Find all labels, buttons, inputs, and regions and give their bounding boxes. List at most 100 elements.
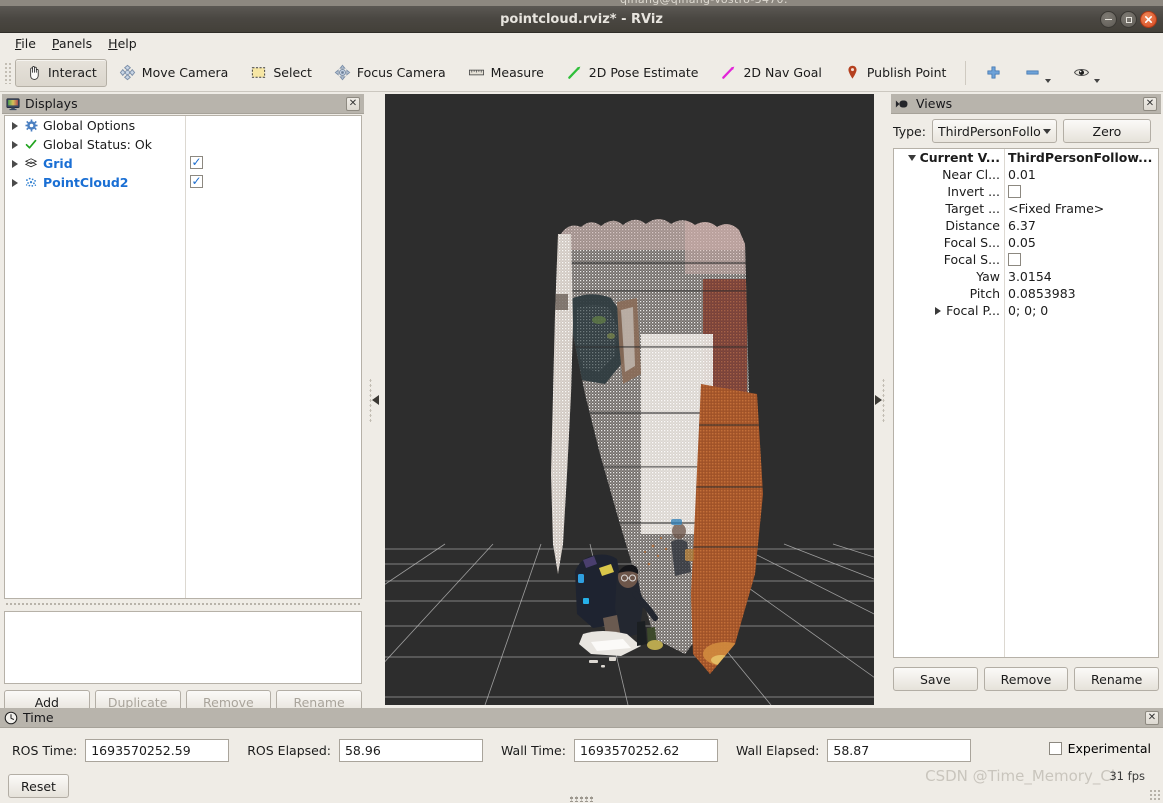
zoom-out-dropdown-caret[interactable] xyxy=(1045,78,1052,83)
display-checkbox-grid[interactable] xyxy=(190,156,203,169)
display-label-grid: Grid xyxy=(43,156,73,171)
map-pin-icon xyxy=(848,65,857,79)
check-green-icon xyxy=(22,137,40,152)
views-prop-invert-z-value xyxy=(1004,185,1158,198)
maximize-button[interactable] xyxy=(1120,11,1137,28)
menu-panels[interactable]: Panels xyxy=(44,34,100,53)
display-item-pointcloud2[interactable]: PointCloud2 xyxy=(5,173,361,192)
close-icon xyxy=(1144,15,1153,24)
toolbar-drag-grip[interactable] xyxy=(4,61,11,84)
ros-elapsed-label: ROS Elapsed: xyxy=(247,742,331,758)
time-panel-title: Time xyxy=(23,710,54,725)
displays-panel-title: Displays xyxy=(25,96,78,111)
views-close-button[interactable]: ✕ xyxy=(1143,96,1157,111)
views-prop-current-view[interactable]: Current V... ThirdPersonFollow... xyxy=(894,149,1158,166)
menu-help[interactable]: Help xyxy=(100,34,145,53)
ros-time-input[interactable]: 1693570252.59 xyxy=(85,738,230,762)
close-button[interactable] xyxy=(1140,11,1157,28)
move-camera-icon xyxy=(119,64,135,81)
wall-time-input[interactable]: 1693570252.62 xyxy=(573,738,718,762)
expand-arrow-grid[interactable] xyxy=(8,159,22,168)
display-label-global-status: Global Status: Ok xyxy=(43,137,152,152)
tool-zoom-out[interactable] xyxy=(1014,59,1061,87)
views-prop-focal-point[interactable]: Focal P... 0; 0; 0 xyxy=(894,302,1158,319)
bottom-dock-grip[interactable] xyxy=(568,796,595,802)
views-prop-distance[interactable]: Distance 6.37 xyxy=(894,217,1158,234)
tool-zoom-in[interactable] xyxy=(975,59,1012,87)
views-type-label: Type: xyxy=(893,123,926,139)
time-fields-row: ROS Time: 1693570252.59 ROS Elapsed: 58.… xyxy=(0,736,1163,764)
rename-view-button[interactable]: Rename xyxy=(1074,667,1160,691)
views-prop-yaw[interactable]: Yaw 3.0154 xyxy=(894,268,1158,285)
gear-icon xyxy=(22,118,40,133)
display-item-grid[interactable]: Grid xyxy=(5,154,361,173)
views-prop-invert-z[interactable]: Invert ... xyxy=(894,183,1158,200)
tool-2d-pose-estimate[interactable]: 2D Pose Estimate xyxy=(556,59,709,87)
pose-arrow-green-icon xyxy=(567,66,581,79)
time-close-button[interactable]: ✕ xyxy=(1145,710,1159,725)
views-prop-focal-point-value: 0; 0; 0 xyxy=(1008,303,1049,318)
save-view-button[interactable]: Save xyxy=(893,667,978,691)
views-prop-focal-shape-fixed[interactable]: Focal S... xyxy=(894,251,1158,268)
3d-render-viewport[interactable] xyxy=(385,94,875,705)
window-title: pointcloud.rviz* - RViz xyxy=(500,12,663,27)
views-prop-near-clip[interactable]: Near Cl... 0.01 xyxy=(894,166,1158,183)
display-item-global-options[interactable]: Global Options xyxy=(5,116,361,135)
rviz-window: qihang@qihang-Vostro-3470: pointcloud.rv… xyxy=(0,0,1163,803)
title-bar[interactable]: pointcloud.rviz* - RViz xyxy=(0,6,1163,33)
minimize-button[interactable] xyxy=(1100,11,1117,28)
visibility-dropdown-caret[interactable] xyxy=(1094,78,1101,83)
displays-tree[interactable]: Global Options Global Status: Ok Grid ✓ … xyxy=(4,115,362,599)
tool-2d-nav-goal[interactable]: 2D Nav Goal xyxy=(710,59,831,87)
views-prop-near-clip-key: Near Cl... xyxy=(942,167,1000,182)
view-type-combobox[interactable]: ThirdPersonFollo xyxy=(931,119,1057,143)
views-prop-target-frame[interactable]: Target ... <Fixed Frame> xyxy=(894,200,1158,217)
window-resize-grip[interactable] xyxy=(1149,789,1160,800)
menu-help-rest: elp xyxy=(117,36,137,51)
expand-arrow-global-status[interactable] xyxy=(8,140,22,149)
minus-icon xyxy=(1026,70,1039,75)
left-panel-splitter[interactable] xyxy=(368,94,380,705)
remove-view-button[interactable]: Remove xyxy=(983,667,1069,691)
experimental-checkbox[interactable] xyxy=(1048,742,1062,755)
tool-2d-nav-goal-label: 2D Nav Goal xyxy=(743,65,822,80)
display-item-global-status[interactable]: Global Status: Ok xyxy=(5,135,361,154)
tool-measure[interactable]: Measure xyxy=(458,59,554,87)
focal-shape-fixed-checkbox[interactable] xyxy=(1008,253,1021,266)
views-prop-focal-shape-fixed-value xyxy=(1004,253,1158,266)
expand-arrow-pointcloud2[interactable] xyxy=(8,178,22,187)
expand-arrow-global-options[interactable] xyxy=(8,121,22,130)
displays-horizontal-splitter[interactable] xyxy=(4,600,362,608)
tool-publish-point[interactable]: Publish Point xyxy=(834,59,957,87)
collapse-left-arrow-icon xyxy=(372,394,379,405)
tool-focus-camera[interactable]: Focus Camera xyxy=(324,59,456,87)
collapse-right-arrow-icon xyxy=(875,394,882,405)
views-properties-tree[interactable]: Current V... ThirdPersonFollow... Near C… xyxy=(893,148,1159,658)
views-prop-pitch[interactable]: Pitch 0.0853983 xyxy=(894,285,1158,302)
tool-interact[interactable]: Interact xyxy=(15,58,107,87)
menu-file[interactable]: File xyxy=(7,34,44,53)
ros-elapsed-input[interactable]: 58.96 xyxy=(338,738,483,762)
display-checkbox-pointcloud2[interactable] xyxy=(190,175,203,188)
experimental-toggle[interactable]: Experimental xyxy=(1048,741,1151,756)
zero-view-button[interactable]: Zero xyxy=(1062,119,1151,143)
tool-select[interactable]: Select xyxy=(240,59,322,87)
tool-select-label: Select xyxy=(273,65,312,80)
views-prop-focal-shape-size[interactable]: Focal S... 0.05 xyxy=(894,234,1158,251)
wall-elapsed-input[interactable]: 58.87 xyxy=(827,738,972,762)
tool-measure-label: Measure xyxy=(490,65,544,80)
reset-button[interactable]: Reset xyxy=(8,774,69,798)
collapse-arrow-current-view[interactable] xyxy=(906,154,918,161)
right-panel-splitter[interactable] xyxy=(874,94,886,705)
displays-close-button[interactable]: ✕ xyxy=(346,96,360,111)
expand-arrow-focal-point[interactable] xyxy=(932,306,944,315)
pointcloud-dots-icon xyxy=(22,175,40,190)
views-prop-invert-z-key: Invert ... xyxy=(947,184,1000,199)
tool-move-camera[interactable]: Move Camera xyxy=(109,59,239,87)
toolbar-separator xyxy=(965,60,967,85)
wall-elapsed-label: Wall Elapsed: xyxy=(735,742,820,758)
tool-visibility[interactable] xyxy=(1063,59,1110,87)
views-prop-pitch-value: 0.0853983 xyxy=(1008,286,1076,301)
invert-z-checkbox[interactable] xyxy=(1008,185,1021,198)
select-rect-icon xyxy=(252,67,266,78)
